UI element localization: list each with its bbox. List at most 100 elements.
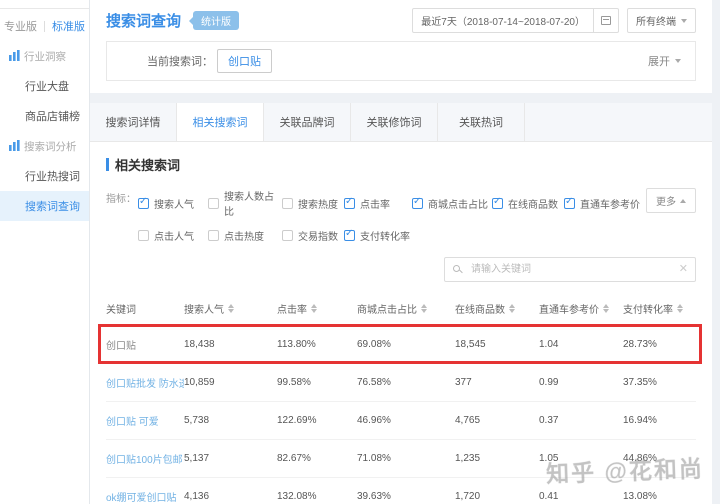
sort-icon[interactable] <box>603 304 609 313</box>
column-header-keyword: 关键词 <box>106 301 184 316</box>
metric-mall-click-share[interactable]: 商城点击占比 <box>412 196 492 211</box>
terminal-filter-dropdown[interactable]: 所有终端 <box>627 8 696 33</box>
checkbox-icon <box>208 198 219 209</box>
expand-toggle[interactable]: 展开 <box>648 53 681 69</box>
metric-ztc-ref-price[interactable]: 直通车参考价 <box>564 196 642 211</box>
keyword-cell[interactable]: 创口贴100片包邮 <box>106 451 184 466</box>
search-icon <box>453 265 460 272</box>
tab-related-hot-words[interactable]: 关联热词 <box>438 103 525 141</box>
accent-bar <box>106 158 109 171</box>
sidebar-item-product-shop-rank[interactable]: 商品店铺榜 <box>0 101 89 131</box>
metric-click-popularity[interactable]: 点击人气 <box>138 228 208 243</box>
main-area: 搜索词查询 统计版 最近7天（2018-07-14~2018-07-20） 所有… <box>90 0 720 504</box>
value-cell: 71.08% <box>357 453 455 464</box>
value-cell: 82.67% <box>277 453 357 464</box>
checkbox-icon <box>282 198 293 209</box>
metric-click-rate[interactable]: 点击率 <box>344 196 412 211</box>
value-cell: 18,438 <box>184 339 277 350</box>
content-card: 搜索词详情 相关搜索词 关联品牌词 关联修饰词 关联热词 相关搜索词 指标： 搜… <box>90 103 712 504</box>
metric-online-products[interactable]: 在线商品数 <box>492 196 564 211</box>
column-header-click-rate: 点击率 <box>277 301 357 316</box>
value-cell: 0.41 <box>539 491 623 502</box>
current-search-term[interactable]: 创口贴 <box>217 49 272 73</box>
table-header-row: 关键词 搜索人气 点击率 商城点击占比 在线商品数 直通车参考价 支付转化率 <box>106 292 696 326</box>
metrics-label: 指标： <box>106 188 138 253</box>
checkbox-icon <box>282 230 293 241</box>
value-cell: 0.99 <box>539 377 623 388</box>
checkbox-icon <box>344 198 355 209</box>
value-cell: 4,136 <box>184 491 277 502</box>
value-cell: 10,859 <box>184 377 277 388</box>
value-cell: 99.58% <box>277 377 357 388</box>
value-cell: 4,765 <box>455 415 539 426</box>
chevron-up-icon <box>680 199 686 203</box>
value-cell: 5,738 <box>184 415 277 426</box>
sort-icon[interactable] <box>677 304 683 313</box>
checkbox-icon <box>492 198 503 209</box>
sort-icon[interactable] <box>421 304 427 313</box>
date-range-picker[interactable]: 最近7天（2018-07-14~2018-07-20） <box>412 8 594 33</box>
table-row: 创口贴100片包邮 5,137 82.67% 71.08% 1,235 1.05… <box>106 440 696 478</box>
value-cell: 113.80% <box>277 339 357 350</box>
value-cell: 44.86% <box>623 453 696 464</box>
metric-trade-index[interactable]: 交易指数 <box>282 228 344 243</box>
metric-search-popularity[interactable]: 搜索人气 <box>138 196 208 211</box>
tab-related-modifier-words[interactable]: 关联修饰词 <box>351 103 438 141</box>
sort-icon[interactable] <box>509 304 515 313</box>
sidebar-item-industry-overview[interactable]: 行业大盘 <box>0 71 89 101</box>
calendar-icon[interactable] <box>594 8 619 33</box>
metrics-panel: 指标： 搜索人气 搜索人数占比 搜索热度 点击率 商城点击占比 在线商品数 直通… <box>90 176 712 253</box>
section-label: 搜索词分析 <box>24 139 77 154</box>
value-cell: 13.08% <box>623 491 696 502</box>
version-switcher: 专业版 标准版 <box>0 8 89 41</box>
sidebar-section-search-term-analysis: 搜索词分析 <box>0 131 89 161</box>
version-tab-standard[interactable]: 标准版 <box>52 18 85 34</box>
sidebar-item-search-term-query[interactable]: 搜索词查询 <box>0 191 89 221</box>
value-cell: 18,545 <box>455 339 539 350</box>
table-row: 创口贴批发 防水透气 ... 10,859 99.58% 76.58% 377 … <box>106 364 696 402</box>
metric-pay-conversion[interactable]: 支付转化率 <box>344 228 412 243</box>
keyword-search-row <box>90 253 712 292</box>
tab-related-brand-words[interactable]: 关联品牌词 <box>264 103 351 141</box>
keyword-cell[interactable]: ok绷可爱创口贴 <box>106 489 184 504</box>
chevron-down-icon <box>675 59 681 63</box>
keyword-cell[interactable]: 创口贴 <box>106 337 184 352</box>
value-cell: 1.04 <box>539 339 623 350</box>
page-title: 搜索词查询 <box>106 10 181 31</box>
title-badge: 统计版 <box>193 11 239 30</box>
sidebar-item-industry-hot-words[interactable]: 行业热搜词 <box>0 161 89 191</box>
value-cell: 0.37 <box>539 415 623 426</box>
checkbox-icon <box>412 198 423 209</box>
sidebar-section-industry-insight: 行业洞察 <box>0 41 89 71</box>
value-cell: 122.69% <box>277 415 357 426</box>
value-cell: 39.63% <box>357 491 455 502</box>
tab-bar: 搜索词详情 相关搜索词 关联品牌词 关联修饰词 关联热词 <box>90 103 712 142</box>
checkbox-icon <box>564 198 575 209</box>
sort-icon[interactable] <box>228 304 234 313</box>
tab-related-search-terms[interactable]: 相关搜索词 <box>177 103 264 141</box>
column-header-mall-click-share: 商城点击占比 <box>357 301 455 316</box>
table-row: ok绷可爱创口贴 4,136 132.08% 39.63% 1,720 0.41… <box>106 478 696 504</box>
keyword-cell[interactable]: 创口贴 可爱 <box>106 413 184 428</box>
version-tab-pro[interactable]: 专业版 <box>4 18 37 34</box>
page-header-card: 搜索词查询 统计版 最近7天（2018-07-14~2018-07-20） 所有… <box>90 0 712 93</box>
value-cell: 76.58% <box>357 377 455 388</box>
checkbox-icon <box>344 230 355 241</box>
sort-icon[interactable] <box>311 304 317 313</box>
column-header-online-products: 在线商品数 <box>455 301 539 316</box>
keyword-cell[interactable]: 创口贴批发 防水透气 ... <box>106 375 184 390</box>
clear-icon[interactable] <box>679 262 688 275</box>
value-cell: 377 <box>455 377 539 388</box>
more-button[interactable]: 更多 <box>646 188 696 213</box>
column-header-ztc-ref-price: 直通车参考价 <box>539 301 623 316</box>
metric-search-heat[interactable]: 搜索热度 <box>282 196 344 211</box>
value-cell: 16.94% <box>623 415 696 426</box>
current-search-panel: 当前搜索词： 创口贴 展开 <box>106 41 696 81</box>
section-title: 相关搜索词 <box>90 142 712 176</box>
metric-searcher-share[interactable]: 搜索人数占比 <box>208 188 282 218</box>
metric-click-heat[interactable]: 点击热度 <box>208 228 282 243</box>
column-header-pay-conversion: 支付转化率 <box>623 301 696 316</box>
keyword-search-input[interactable] <box>444 257 696 282</box>
tab-search-term-detail[interactable]: 搜索词详情 <box>90 103 177 141</box>
value-cell: 46.96% <box>357 415 455 426</box>
